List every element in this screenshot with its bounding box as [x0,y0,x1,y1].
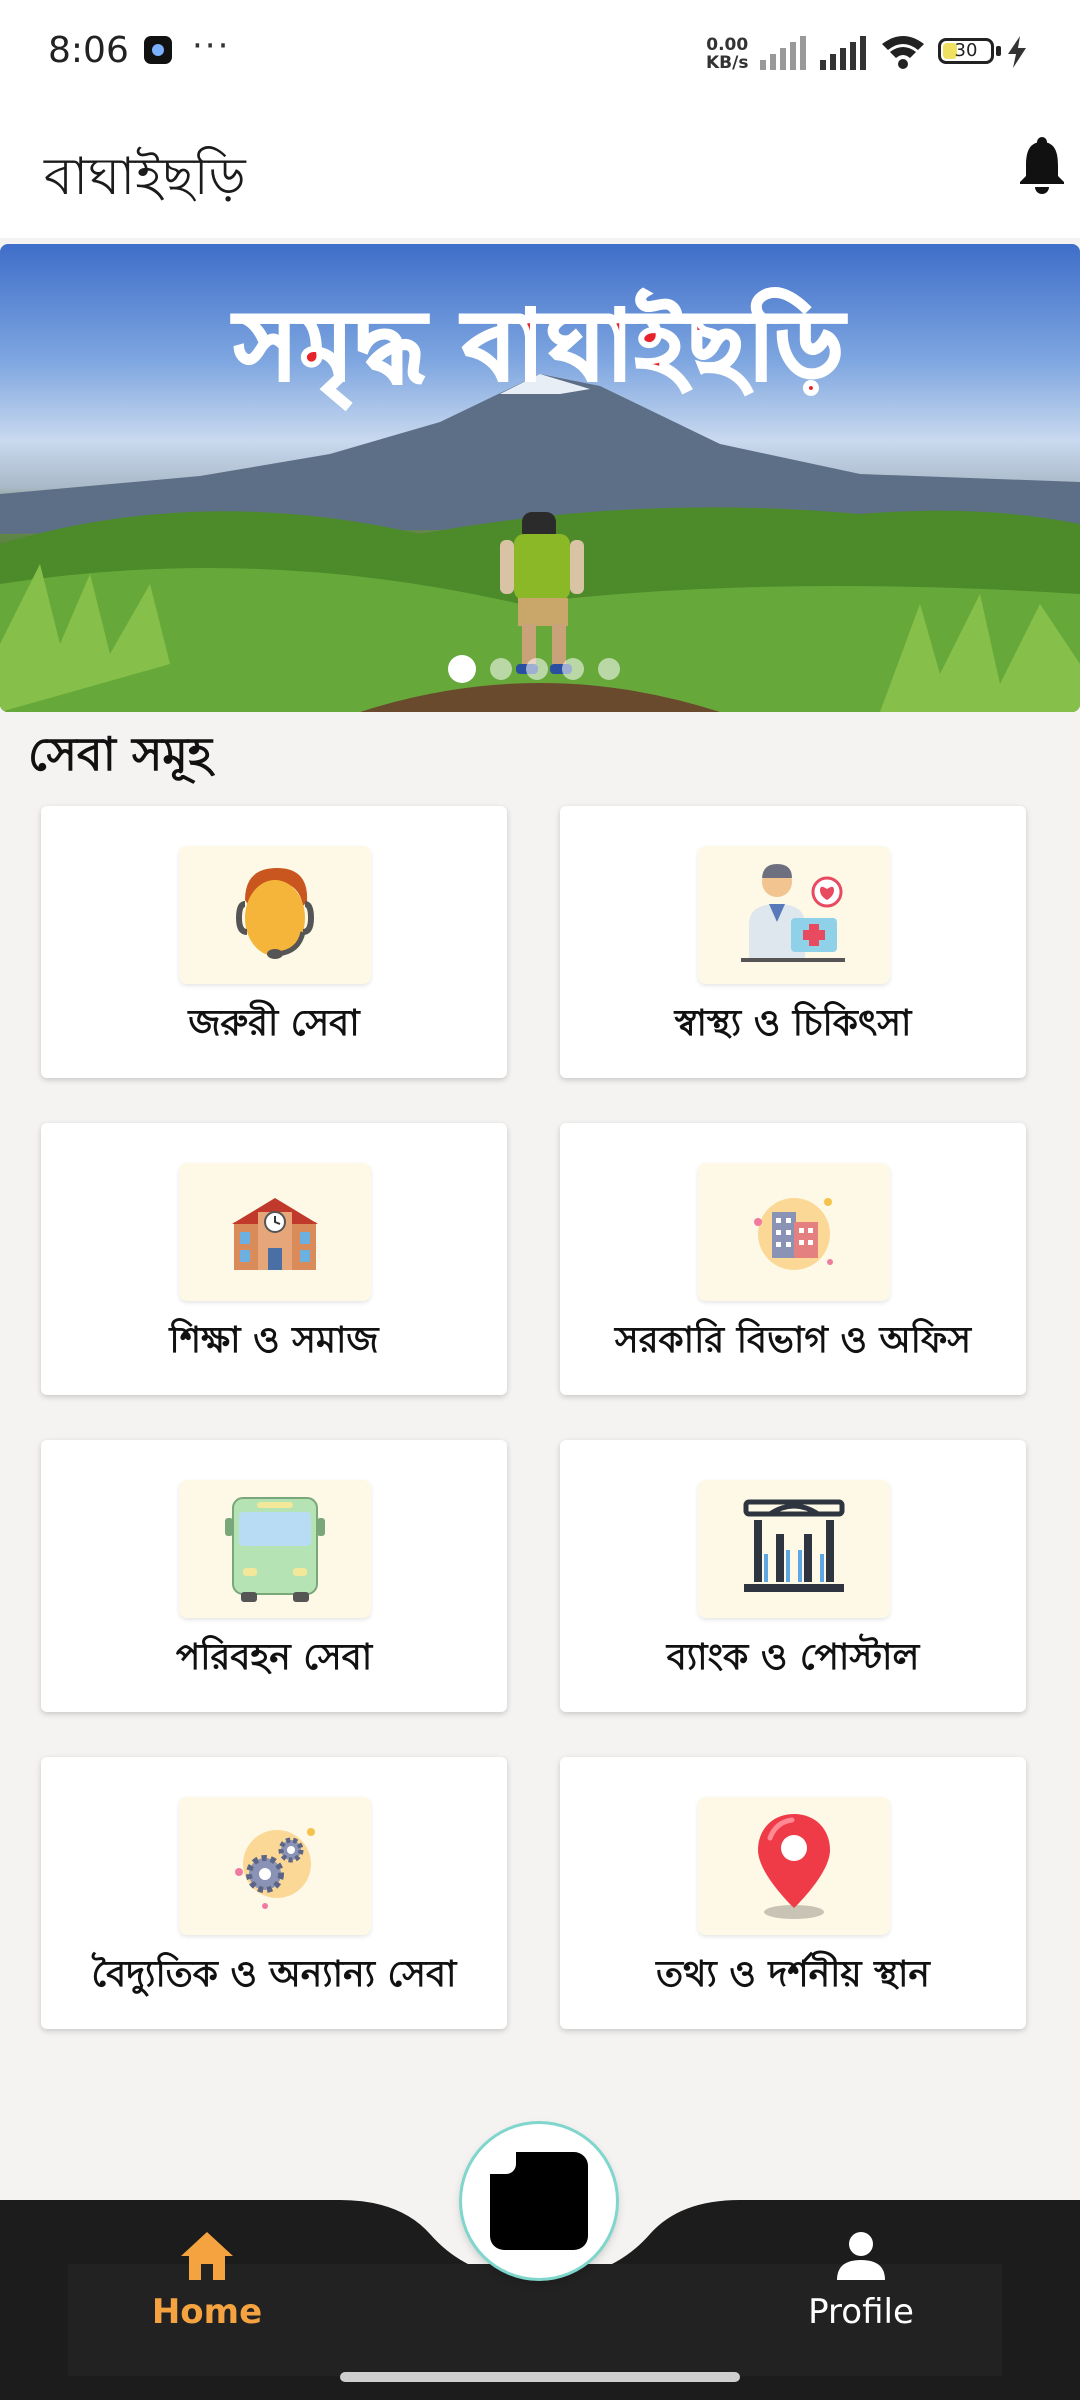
network-speed-value: 0.00 [706,35,749,55]
battery-percent: 30 [954,40,978,61]
service-icon-box [698,846,890,984]
carousel-dot[interactable] [562,658,584,680]
school-building-icon [232,1198,318,1270]
service-icon-box [179,1480,371,1618]
more-notifications-indicator: ··· [192,26,231,66]
location-pin-icon [758,1814,830,1919]
nav-home-label: Home [151,2292,263,2332]
nav-home[interactable]: Home [107,2230,307,2332]
service-label: বৈদ্যুতিক ও অন্যান্য সেবা [91,1954,457,1995]
service-card-health[interactable]: স্বাস্থ্য ও চিকিৎসা [560,806,1026,1078]
section-title: সেবা সমূহ [28,727,213,781]
service-card-emergency[interactable]: জরুরী সেবা [41,806,507,1078]
status-time: 8:06 [48,30,129,71]
service-label: জরুরী সেবা [188,1003,360,1044]
service-icon-box [179,1163,371,1301]
gesture-home-indicator[interactable] [340,2372,740,2382]
battery-terminal [996,46,1001,56]
charging-bolt-icon [1008,36,1026,68]
carousel-dot-active[interactable] [448,655,476,683]
notification-app-icon [144,36,172,64]
service-card-electric[interactable]: বৈদ্যুতিক ও অন্যান্য সেবা [41,1757,507,2029]
carousel-dot[interactable] [490,658,512,680]
notification-bell-icon[interactable] [1018,136,1066,194]
network-speed-unit: KB/s [706,53,749,73]
banner-headline: সমৃদ্ধ বাঘাইছড়ি [233,288,846,404]
signal-sim2-icon [820,36,866,70]
nav-profile-label: Profile [808,2292,914,2332]
banner-carousel[interactable]: সমৃদ্ধ বাঘাইছড়ি [0,244,1080,712]
gears-icon [235,1828,315,1909]
service-label: শিক্ষা ও সমাজ [169,1320,379,1361]
bank-icon [743,1499,845,1592]
battery-icon: 30 [938,38,994,64]
status-bar: 8:06 ··· 0.00 KB/s 30 [0,0,1080,100]
service-icon-box [698,1797,890,1935]
center-action-icon [490,2152,588,2250]
app-bar: বাঘাইছড়ি [0,100,1080,238]
service-card-government[interactable]: সরকারি বিভাগ ও অফিস [560,1123,1026,1395]
service-card-tourism[interactable]: তথ্য ও দর্শনীয় স্থান [560,1757,1026,2029]
office-building-icon [754,1198,833,1270]
service-icon-box [698,1480,890,1618]
service-label: পরিবহন সেবা [175,1637,373,1678]
profile-icon [837,2232,885,2280]
service-card-education[interactable]: শিক্ষা ও সমাজ [41,1123,507,1395]
service-label: ব্যাংক ও পোস্টাল [666,1637,920,1678]
carousel-dot[interactable] [598,658,620,680]
service-card-transport[interactable]: পরিবহন সেবা [41,1440,507,1712]
service-icon-box [179,1797,371,1935]
support-agent-icon [235,868,315,959]
service-card-bank[interactable]: ব্যাংক ও পোস্টাল [560,1440,1026,1712]
home-icon [181,2232,233,2280]
network-speed: 0.00 KB/s [706,36,748,72]
center-action-button[interactable] [462,2124,616,2278]
signal-sim1-icon [760,36,806,70]
carousel-indicator [448,655,620,683]
nav-profile[interactable]: Profile [761,2230,961,2332]
wifi-icon [882,36,924,69]
service-icon-box [698,1163,890,1301]
doctor-icon [741,864,845,962]
service-icon-box [179,846,371,984]
service-label: স্বাস্থ্য ও চিকিৎসা [674,1003,912,1044]
carousel-dot[interactable] [526,658,548,680]
service-label: সরকারি বিভাগ ও অফিস [614,1320,972,1361]
service-label: তথ্য ও দর্শনীয় স্থান [656,1954,930,1995]
bus-icon [225,1497,325,1602]
page-title: বাঘাইছড়ি [44,147,246,207]
